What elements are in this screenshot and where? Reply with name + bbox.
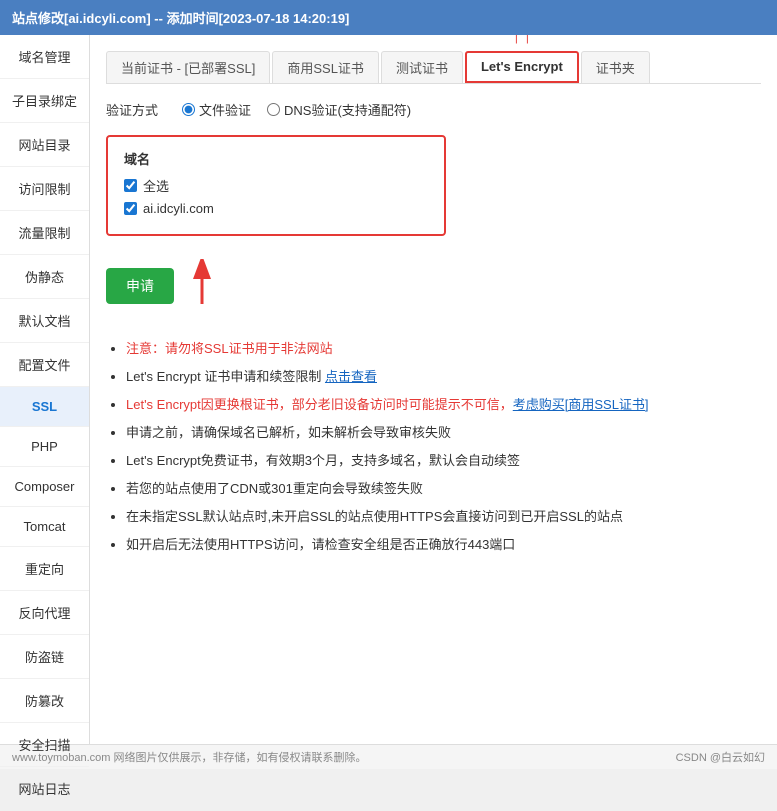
- sidebar-item-pseudo-static[interactable]: 伪静态: [0, 255, 89, 299]
- tab-cert-folder[interactable]: 证书夹: [581, 51, 650, 83]
- note-2-link[interactable]: 点击查看: [325, 369, 377, 384]
- note-item-note-3: Let's Encrypt因更换根证书，部分老旧设备访问时可能提示不可信，考虑购…: [126, 392, 761, 418]
- footer-bar: www.toymoban.com 网络图片仅供展示，非存储，如有侵权请联系删除。…: [0, 744, 777, 769]
- domain-1-label: ai.idcyli.com: [143, 201, 214, 216]
- tab-commercial-ssl[interactable]: 商用SSL证书: [272, 51, 379, 83]
- sidebar-item-website-dir[interactable]: 网站目录: [0, 123, 89, 167]
- sidebar-item-ssl[interactable]: SSL: [0, 387, 89, 427]
- tab-current-cert[interactable]: 当前证书 - [已部署SSL]: [106, 51, 270, 83]
- apply-button[interactable]: 申请: [106, 268, 174, 304]
- sidebar-item-default-doc[interactable]: 默认文档: [0, 299, 89, 343]
- notes-list: 注意：请勿将SSL证书用于非法网站 Let's Encrypt 证书申请和续签限制…: [106, 336, 761, 558]
- title-text: 站点修改[ai.idcyli.com] -- 添加时间[2023-07-18 1…: [12, 11, 349, 26]
- note-item-note-5: Let's Encrypt免费证书，有效期3个月，支持多域名，默认会自动续签: [126, 448, 761, 474]
- file-verify-label: 文件验证: [199, 100, 251, 119]
- sidebar-item-anti-tamper[interactable]: 防篡改: [0, 679, 89, 723]
- tab-container: 当前证书 - [已部署SSL]商用SSL证书测试证书Let's Encrypt↑…: [106, 51, 761, 84]
- domain-1-row: ai.idcyli.com: [124, 201, 428, 216]
- sidebar-item-site-log[interactable]: 网站日志: [0, 767, 89, 811]
- note-item-note-6: 若您的站点使用了CDN或301重定向会导致续签失败: [126, 476, 761, 502]
- sidebar-item-subdir-bind[interactable]: 子目录绑定: [0, 79, 89, 123]
- note-1-text: 注意：请勿将SSL证书用于非法网站: [126, 341, 333, 356]
- select-all-row: 全选: [124, 176, 428, 195]
- sidebar: 域名管理子目录绑定网站目录访问限制流量限制伪静态默认文档配置文件SSLPHPCo…: [0, 35, 90, 744]
- radio-group: 文件验证 DNS验证(支持通配符): [182, 100, 411, 119]
- footer-right: CSDN @白云如幻: [676, 749, 765, 765]
- verify-method-row: 验证方式 文件验证 DNS验证(支持通配符): [106, 100, 761, 119]
- select-all-checkbox[interactable]: [124, 179, 137, 192]
- note-3-text: Let's Encrypt因更换根证书，部分老旧设备访问时可能提示不可信，考虑购…: [126, 397, 649, 412]
- sidebar-item-composer[interactable]: Composer: [0, 467, 89, 507]
- domain-box-label: 域名: [124, 149, 428, 168]
- domain-box: 域名 全选 ai.idcyli.com: [106, 135, 446, 236]
- sidebar-item-tomcat[interactable]: Tomcat: [0, 507, 89, 547]
- sidebar-item-php[interactable]: PHP: [0, 427, 89, 467]
- note-item-note-8: 如开启后无法使用HTTPS访问，请检查安全组是否正确放行443端口: [126, 532, 761, 558]
- note-item-note-7: 在未指定SSL默认站点时,未开启SSL的站点使用HTTPS会直接访问到已开启SS…: [126, 504, 761, 530]
- note-item-note-4: 申请之前，请确保域名已解析，如未解析会导致审核失败: [126, 420, 761, 446]
- domain-1-checkbox[interactable]: [124, 202, 137, 215]
- sidebar-item-access-limit[interactable]: 访问限制: [0, 167, 89, 211]
- red-arrow-icon: [182, 259, 222, 309]
- sidebar-item-reverse-proxy[interactable]: 反向代理: [0, 591, 89, 635]
- footer-left: www.toymoban.com 网络图片仅供展示，非存储，如有侵权请联系删除。: [12, 749, 366, 765]
- dns-verify-radio[interactable]: [267, 103, 280, 116]
- sidebar-item-config-file[interactable]: 配置文件: [0, 343, 89, 387]
- sidebar-item-hotlink[interactable]: 防盗链: [0, 635, 89, 679]
- content-area: 当前证书 - [已部署SSL]商用SSL证书测试证书Let's Encrypt↑…: [90, 35, 777, 744]
- sidebar-item-traffic-limit[interactable]: 流量限制: [0, 211, 89, 255]
- note-item-note-1: 注意：请勿将SSL证书用于非法网站: [126, 336, 761, 362]
- tab-lets-encrypt[interactable]: Let's Encrypt↑↑: [465, 51, 579, 83]
- sidebar-item-redirect[interactable]: 重定向: [0, 547, 89, 591]
- verify-method-label: 验证方式: [106, 100, 158, 119]
- file-verify-radio[interactable]: [182, 103, 195, 116]
- dns-verify-label: DNS验证(支持通配符): [284, 100, 411, 119]
- tab-arrow-icon: ↑↑: [511, 35, 533, 49]
- tab-test-cert[interactable]: 测试证书: [381, 51, 463, 83]
- sidebar-item-domain-mgmt[interactable]: 域名管理: [0, 35, 89, 79]
- note-3-link[interactable]: 考虑购买[商用SSL证书]: [513, 397, 649, 412]
- select-all-label: 全选: [143, 176, 169, 195]
- note-item-note-2: Let's Encrypt 证书申请和续签限制 点击查看: [126, 364, 761, 390]
- dns-verify-option[interactable]: DNS验证(支持通配符): [267, 100, 411, 119]
- file-verify-option[interactable]: 文件验证: [182, 100, 251, 119]
- title-bar: 站点修改[ai.idcyli.com] -- 添加时间[2023-07-18 1…: [0, 0, 777, 35]
- tabs-row: 当前证书 - [已部署SSL]商用SSL证书测试证书Let's Encrypt↑…: [106, 51, 761, 84]
